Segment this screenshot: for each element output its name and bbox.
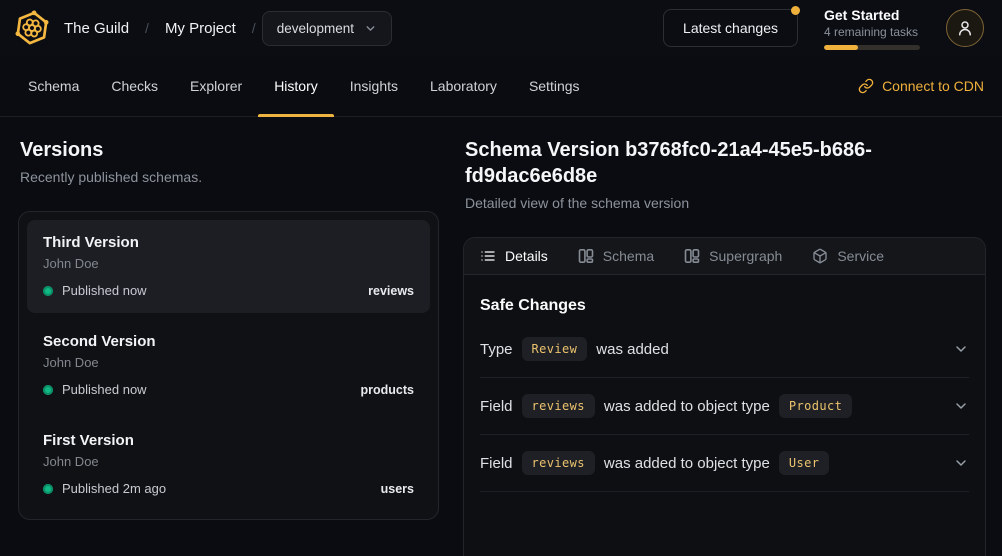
change-suffix: was added: [596, 341, 669, 358]
project-nav: Schema Checks Explorer History Insights …: [0, 56, 1002, 117]
change-code-badge: reviews: [522, 451, 595, 475]
version-author: John Doe: [43, 453, 414, 471]
published-label: Published now: [62, 283, 147, 298]
columns-icon: [578, 248, 594, 264]
change-type-badge: User: [779, 451, 830, 475]
change-suffix: was added to object type: [604, 398, 770, 415]
connect-to-cdn-label: Connect to CDN: [882, 78, 984, 94]
version-author: John Doe: [43, 255, 414, 273]
detail-tab-label: Supergraph: [709, 248, 782, 264]
change-code-badge: reviews: [522, 394, 595, 418]
chevron-down-icon[interactable]: [953, 341, 969, 357]
tab-settings[interactable]: Settings: [513, 56, 596, 116]
detail-tab-details[interactable]: Details: [480, 248, 548, 264]
change-type-badge: Product: [779, 394, 852, 418]
chevron-down-icon: [364, 22, 377, 35]
change-suffix: was added to object type: [604, 455, 770, 472]
versions-subtitle: Recently published schemas.: [20, 168, 439, 186]
version-detail-card: Details Schema Supergr: [463, 237, 986, 556]
version-name: Third Version: [43, 233, 414, 253]
change-prefix: Type: [480, 341, 513, 358]
tab-laboratory[interactable]: Laboratory: [414, 56, 513, 116]
service-badge: reviews: [368, 284, 414, 298]
schema-version-subtitle: Detailed view of the schema version: [465, 194, 986, 212]
version-detail-panel: Schema Version b3768fc0-21a4-45e5-b686-f…: [463, 137, 986, 556]
connect-to-cdn-link[interactable]: Connect to CDN: [858, 56, 984, 116]
versions-list: Third Version John Doe Published now rev…: [18, 211, 439, 520]
breadcrumb-org[interactable]: The Guild: [64, 20, 129, 37]
change-code-badge: Review: [522, 337, 588, 361]
change-prefix: Field: [480, 398, 513, 415]
tab-explorer[interactable]: Explorer: [174, 56, 258, 116]
version-author: John Doe: [43, 354, 414, 372]
link-icon: [858, 78, 874, 94]
latest-changes-label: Latest changes: [683, 20, 778, 36]
version-item-third[interactable]: Third Version John Doe Published now rev…: [27, 220, 430, 313]
detail-tab-label: Details: [505, 248, 548, 264]
user-icon: [956, 19, 974, 37]
version-name: Second Version: [43, 332, 414, 352]
detail-tab-label: Schema: [603, 248, 654, 264]
change-row-type-review[interactable]: Type Review was added: [480, 321, 969, 378]
versions-panel: Versions Recently published schemas. Thi…: [18, 137, 439, 556]
detail-tabs: Details Schema Supergr: [464, 238, 985, 275]
published-status-icon: [43, 484, 53, 494]
change-prefix: Field: [480, 455, 513, 472]
notification-dot: [791, 6, 800, 15]
get-started-widget[interactable]: Get Started 4 remaining tasks: [824, 6, 920, 50]
get-started-progress-fill: [824, 45, 858, 50]
detail-tab-label: Service: [837, 248, 884, 264]
detail-tab-schema[interactable]: Schema: [578, 248, 654, 264]
columns-icon: [684, 248, 700, 264]
app-header: The Guild / My Project / development Lat…: [0, 0, 1002, 56]
detail-tab-supergraph[interactable]: Supergraph: [684, 248, 782, 264]
environment-selector[interactable]: development: [262, 11, 392, 46]
get-started-subtitle: 4 remaining tasks: [824, 24, 920, 40]
tab-history[interactable]: History: [258, 56, 334, 116]
change-row-field-user[interactable]: Field reviews was added to object type U…: [480, 435, 969, 492]
published-status-icon: [43, 286, 53, 296]
breadcrumb-separator: /: [252, 20, 256, 36]
guild-logo-icon[interactable]: [14, 10, 50, 46]
published-label: Published now: [62, 382, 147, 397]
version-name: First Version: [43, 431, 414, 451]
user-avatar[interactable]: [946, 9, 984, 47]
get-started-progressbar: [824, 45, 920, 50]
breadcrumb-separator: /: [145, 20, 149, 36]
chevron-down-icon[interactable]: [953, 455, 969, 471]
cube-icon: [812, 248, 828, 264]
safe-changes-title: Safe Changes: [480, 297, 969, 315]
published-label: Published 2m ago: [62, 481, 166, 496]
version-item-first[interactable]: First Version John Doe Published 2m ago …: [27, 418, 430, 511]
schema-version-title: Schema Version b3768fc0-21a4-45e5-b686-f…: [465, 137, 986, 189]
latest-changes-button[interactable]: Latest changes: [663, 9, 798, 47]
tab-checks[interactable]: Checks: [95, 56, 174, 116]
version-item-second[interactable]: Second Version John Doe Published now pr…: [27, 319, 430, 412]
tab-schema[interactable]: Schema: [12, 56, 95, 116]
breadcrumb: The Guild / My Project /: [64, 20, 256, 37]
change-row-field-product[interactable]: Field reviews was added to object type P…: [480, 378, 969, 435]
get-started-title: Get Started: [824, 6, 920, 24]
published-status-icon: [43, 385, 53, 395]
list-icon: [480, 248, 496, 264]
service-badge: products: [361, 383, 414, 397]
versions-title: Versions: [20, 137, 439, 163]
tab-insights[interactable]: Insights: [334, 56, 414, 116]
breadcrumb-project[interactable]: My Project: [165, 20, 236, 37]
service-badge: users: [381, 482, 414, 496]
chevron-down-icon[interactable]: [953, 398, 969, 414]
detail-tab-service[interactable]: Service: [812, 248, 884, 264]
environment-selector-value: development: [277, 21, 354, 36]
